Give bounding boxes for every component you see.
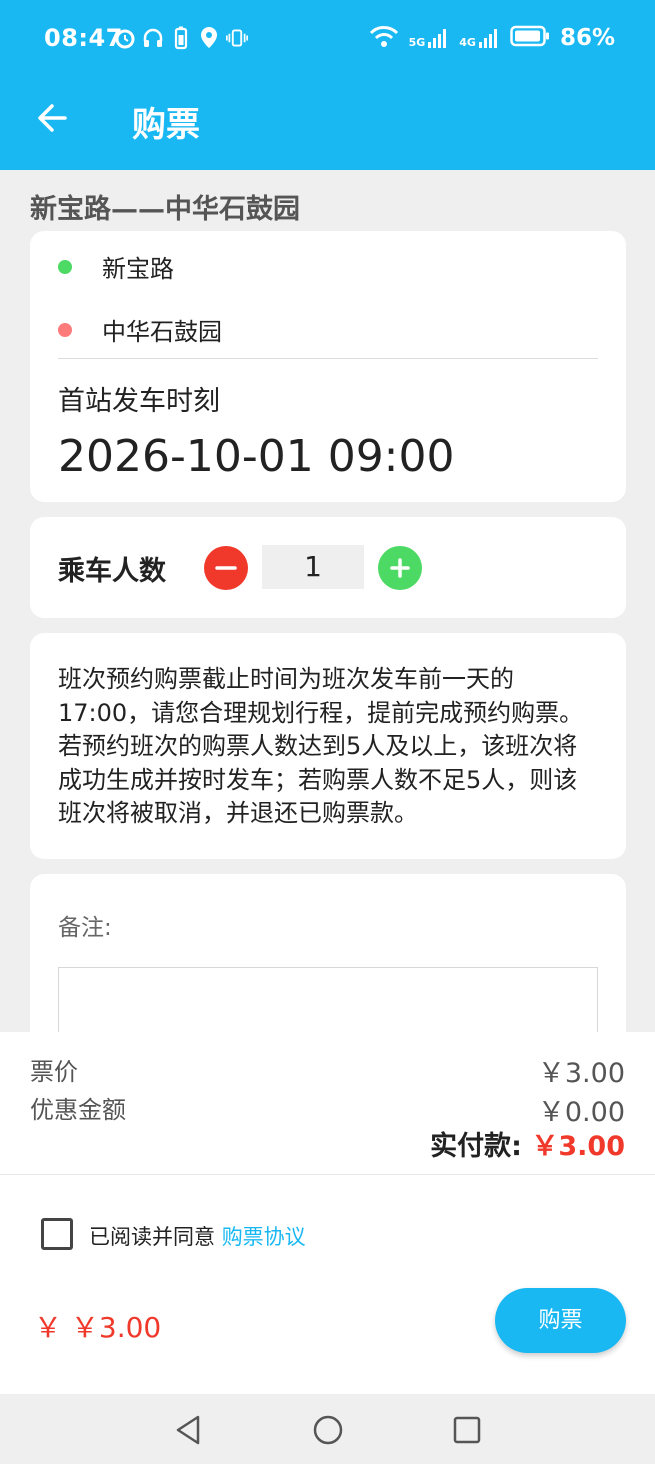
system-nav-bar: [0, 1394, 655, 1464]
passenger-count-label: 乘车人数: [58, 556, 166, 587]
agreement-text: 已阅读并同意 购票协议: [89, 1221, 306, 1251]
passenger-card: 乘车人数 1: [30, 517, 626, 618]
location-icon: [198, 25, 220, 51]
agreement-label: 已阅读并同意: [89, 1225, 215, 1249]
paid-row: 实付款: ￥3.00: [430, 1124, 625, 1163]
signal-4g: 4G: [459, 27, 500, 49]
total-price: ￥ ￥3.00: [34, 1311, 162, 1344]
station-end-name: 中华石鼓园: [102, 318, 222, 346]
status-left-icons: [114, 25, 248, 51]
notice-card: 班次预约购票截止时间为班次发车前一天的17:00，请您合理规划行程，提前完成预约…: [30, 633, 626, 859]
increase-passenger-button[interactable]: [378, 546, 422, 590]
signal-5g: 5G: [409, 27, 450, 49]
battery-icon: [510, 25, 550, 51]
departure-label: 首站发车时刻: [58, 386, 220, 417]
status-time: 08:47: [44, 24, 123, 52]
signal-icon: [428, 29, 447, 48]
stations-card: 新宝路 中华石鼓园 首站发车时刻 2026-10-01 09:00: [30, 231, 626, 502]
paid-label: 实付款:: [430, 1131, 522, 1162]
battery-saver-icon: [170, 25, 192, 51]
headset-icon: [142, 25, 164, 51]
ticket-agreement-link[interactable]: 购票协议: [222, 1225, 306, 1249]
vibrate-icon: [226, 25, 248, 51]
booking-notice: 班次预约购票截止时间为班次发车前一天的17:00，请您合理规划行程，提前完成预约…: [58, 665, 584, 827]
plus-icon: [390, 558, 410, 578]
nav-recents-icon[interactable]: [449, 1412, 485, 1448]
end-dot-icon: [58, 322, 72, 337]
net-label-5g: 5G: [408, 36, 426, 49]
status-bar: 08:47 5G 4G 86%: [0, 0, 655, 78]
paid-value: ￥3.00: [531, 1131, 625, 1162]
back-arrow-icon[interactable]: [34, 100, 70, 136]
route-title: 新宝路——中华石鼓园: [30, 194, 300, 225]
remark-label: 备注:: [58, 915, 112, 941]
decrease-passenger-button[interactable]: [204, 546, 248, 590]
start-dot-icon: [58, 259, 72, 274]
nav-back-icon[interactable]: [170, 1412, 206, 1448]
alarm-icon: [114, 25, 136, 51]
signal-icon: [478, 29, 497, 48]
buy-button[interactable]: 购票: [495, 1288, 626, 1353]
checkout-panel: 票价 ￥3.00 优惠金额 ￥0.00 实付款: ￥3.00 已阅读并同意 购票…: [0, 1032, 655, 1394]
divider: [0, 1174, 655, 1175]
departure-time: 2026-10-01 09:00: [58, 431, 455, 482]
station-end: 中华石鼓园: [58, 312, 222, 347]
app-header: 08:47 5G 4G 86% 购票: [0, 0, 655, 170]
discount-label: 优惠金额: [30, 1096, 126, 1124]
wifi-icon: [369, 24, 399, 52]
nav-home-icon[interactable]: [310, 1412, 346, 1448]
minus-icon: [215, 566, 237, 570]
battery-percent: 86%: [559, 25, 615, 51]
passenger-count-input[interactable]: 1: [262, 545, 364, 589]
net-label-4g: 4G: [459, 36, 476, 49]
ticket-price-value: ￥3.00: [537, 1058, 625, 1089]
page-title: 购票: [132, 105, 200, 145]
agreement-checkbox[interactable]: [41, 1218, 73, 1250]
status-right: 5G 4G 86%: [369, 24, 615, 52]
station-start: 新宝路: [58, 249, 174, 284]
ticket-price-label: 票价: [30, 1058, 78, 1086]
station-start-name: 新宝路: [102, 255, 174, 283]
divider: [58, 358, 598, 359]
